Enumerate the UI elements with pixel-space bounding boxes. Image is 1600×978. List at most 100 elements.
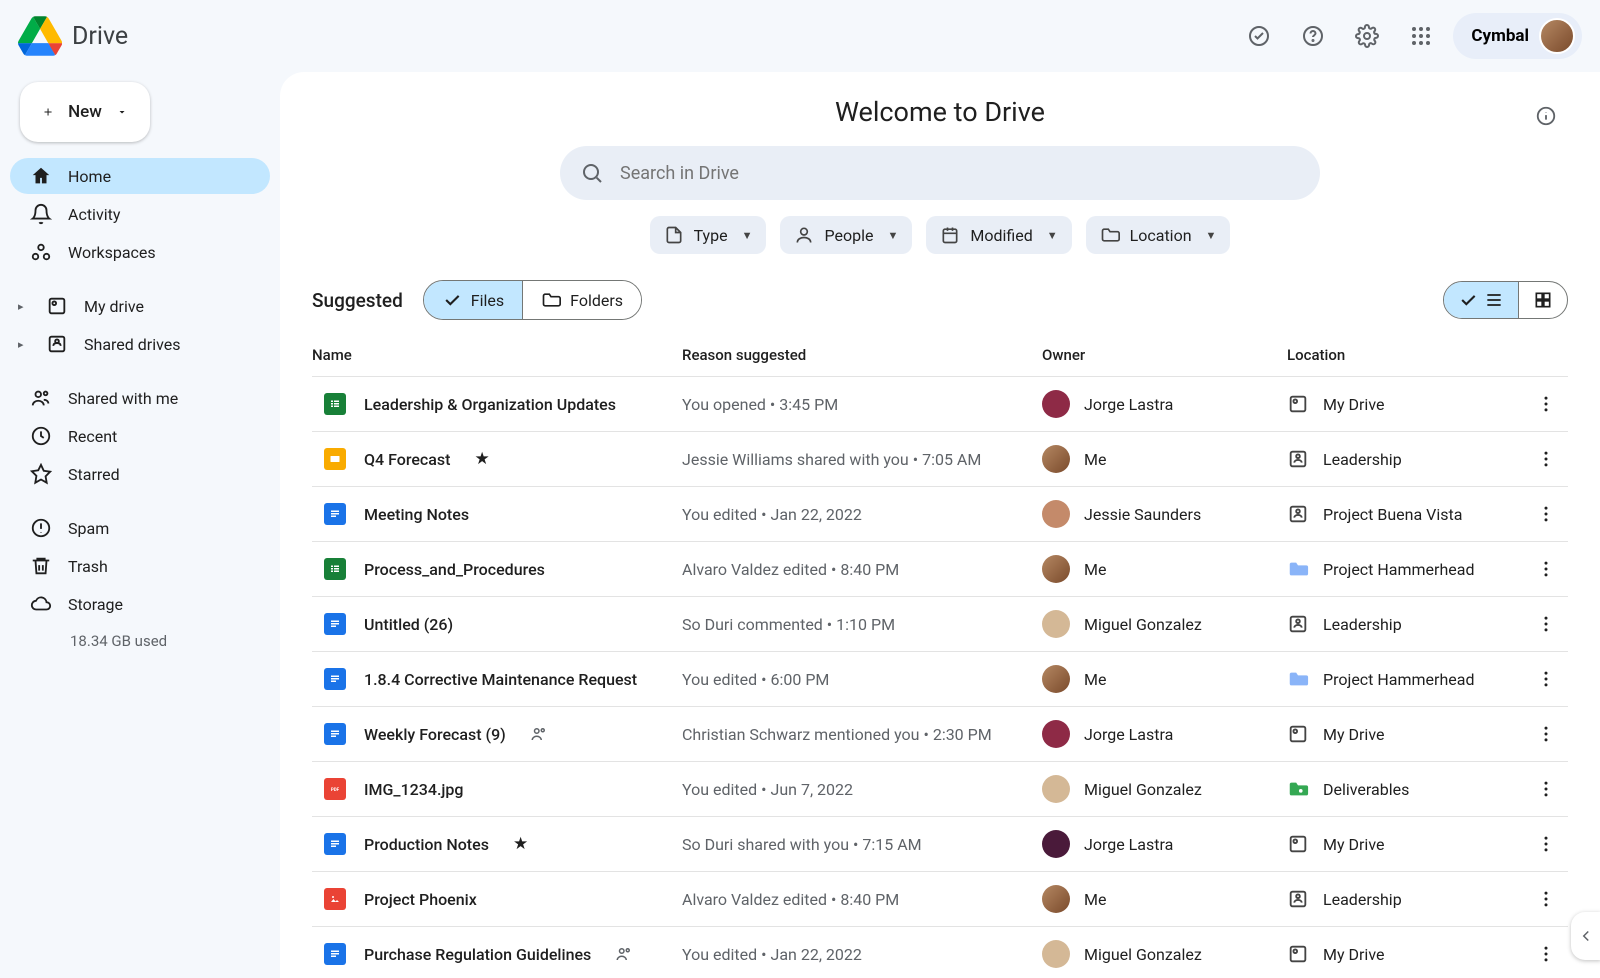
sidebar-item-starred[interactable]: Starred	[10, 456, 270, 492]
folder-icon	[1100, 225, 1120, 245]
more-actions[interactable]	[1524, 504, 1568, 524]
owner-avatar	[1042, 830, 1070, 858]
info-button[interactable]	[1528, 98, 1564, 134]
reason-text: You edited • 6:00 PM	[682, 670, 1042, 689]
settings-icon[interactable]	[1345, 14, 1389, 58]
owner-name: Jorge Lastra	[1084, 835, 1173, 854]
segment-files[interactable]: Files	[424, 281, 522, 319]
star-icon: ★	[474, 449, 489, 469]
sidebar-label: Trash	[68, 557, 108, 576]
suggested-segment: Files Folders	[423, 280, 642, 320]
segment-folders[interactable]: Folders	[522, 281, 641, 319]
more-actions[interactable]	[1524, 669, 1568, 689]
owner-name: Me	[1084, 450, 1106, 469]
table-row[interactable]: Untitled (26) So Duri commented • 1:10 P…	[312, 597, 1568, 652]
file-name: Process_and_Procedures	[364, 560, 545, 579]
file-name: IMG_1234.jpg	[364, 780, 463, 799]
sidebar-label: Recent	[68, 427, 117, 446]
spam-icon	[30, 517, 52, 539]
more-actions[interactable]	[1524, 944, 1568, 964]
sidebar-item-trash[interactable]: Trash	[10, 548, 270, 584]
more-actions[interactable]	[1524, 834, 1568, 854]
table-row[interactable]: Project Phoenix Alvaro Valdez edited • 8…	[312, 872, 1568, 927]
sidebar-item-spam[interactable]: Spam	[10, 510, 270, 546]
location-name: My Drive	[1323, 395, 1384, 414]
owner-avatar	[1042, 445, 1070, 473]
more-actions[interactable]	[1524, 394, 1568, 414]
user-avatar	[1539, 18, 1575, 54]
logo[interactable]: Drive	[18, 14, 128, 58]
table-row[interactable]: 1.8.4 Corrective Maintenance Request You…	[312, 652, 1568, 707]
more-actions[interactable]	[1524, 779, 1568, 799]
view-list[interactable]	[1444, 282, 1518, 318]
more-actions[interactable]	[1524, 559, 1568, 579]
location-name: Project Buena Vista	[1323, 505, 1462, 524]
table-row[interactable]: Q4 Forecast★ Jessie Williams shared with…	[312, 432, 1568, 487]
owner-avatar	[1042, 500, 1070, 528]
owner-avatar	[1042, 885, 1070, 913]
table-row[interactable]: PDF IMG_1234.jpg You edited • Jun 7, 202…	[312, 762, 1568, 817]
filter-modified[interactable]: Modified▼	[926, 216, 1071, 254]
owner-name: Me	[1084, 890, 1106, 909]
table-row[interactable]: Process_and_Procedures Alvaro Valdez edi…	[312, 542, 1568, 597]
reason-text: Alvaro Valdez edited • 8:40 PM	[682, 890, 1042, 909]
svg-text:PDF: PDF	[331, 787, 340, 793]
search-bar[interactable]	[560, 146, 1320, 200]
file-name: Leadership & Organization Updates	[364, 395, 616, 414]
apps-icon[interactable]	[1399, 14, 1443, 58]
location-name: Project Hammerhead	[1323, 560, 1474, 579]
more-actions[interactable]	[1524, 889, 1568, 909]
list-icon	[1484, 290, 1504, 310]
sidebar-item-storage[interactable]: Storage	[10, 586, 270, 622]
search-input[interactable]	[620, 163, 1300, 184]
location-name: My Drive	[1323, 725, 1384, 744]
sidebar-item-home[interactable]: Home	[10, 158, 270, 194]
sidebar-item-sharedwithme[interactable]: Shared with me	[10, 380, 270, 416]
sidebar-label: Workspaces	[68, 243, 156, 262]
reason-text: You edited • Jun 7, 2022	[682, 780, 1042, 799]
table-row[interactable]: Leadership & Organization Updates You op…	[312, 377, 1568, 432]
docs-file-icon	[324, 503, 346, 525]
docs-file-icon	[324, 943, 346, 965]
col-location: Location	[1287, 346, 1524, 364]
sidebar-item-mydrive[interactable]: ▸ My drive	[10, 288, 270, 324]
owner-avatar	[1042, 390, 1070, 418]
table-row[interactable]: Meeting Notes You edited • Jan 22, 2022 …	[312, 487, 1568, 542]
sidebar-label: My drive	[84, 297, 144, 316]
filter-type[interactable]: Type▼	[650, 216, 767, 254]
file-name: Project Phoenix	[364, 890, 477, 909]
table-row[interactable]: Weekly Forecast (9) Christian Schwarz me…	[312, 707, 1568, 762]
sidebar-item-shareddrives[interactable]: ▸ Shared drives	[10, 326, 270, 362]
plus-icon	[42, 100, 54, 124]
sidebar-item-activity[interactable]: Activity	[10, 196, 270, 232]
sidebar-label: Spam	[68, 519, 109, 538]
more-actions[interactable]	[1524, 614, 1568, 634]
sidebar-item-workspaces[interactable]: Workspaces	[10, 234, 270, 270]
page-title: Welcome to Drive	[835, 96, 1045, 128]
owner-name: Me	[1084, 560, 1106, 579]
table-row[interactable]: Production Notes★ So Duri shared with yo…	[312, 817, 1568, 872]
sheets-file-icon	[324, 393, 346, 415]
sidebar-item-recent[interactable]: Recent	[10, 418, 270, 454]
offline-ready-icon[interactable]	[1237, 14, 1281, 58]
filter-people[interactable]: People▼	[780, 216, 912, 254]
side-panel-toggle[interactable]	[1571, 912, 1600, 960]
table-row[interactable]: Purchase Regulation Guidelines You edite…	[312, 927, 1568, 978]
more-actions[interactable]	[1524, 724, 1568, 744]
reason-text: You edited • Jan 22, 2022	[682, 945, 1042, 964]
file-name: Untitled (26)	[364, 615, 453, 634]
header: Drive Cymbal	[0, 0, 1600, 72]
shareddrives-icon	[46, 333, 68, 355]
account-chip[interactable]: Cymbal	[1453, 13, 1582, 59]
filter-location[interactable]: Location▼	[1086, 216, 1231, 254]
search-icon	[580, 161, 604, 185]
new-button[interactable]: New	[20, 82, 150, 142]
view-grid[interactable]	[1518, 282, 1567, 318]
calendar-icon	[940, 225, 960, 245]
docs-file-icon	[324, 613, 346, 635]
slides-file-icon	[324, 448, 346, 470]
help-icon[interactable]	[1291, 14, 1335, 58]
docs-file-icon	[324, 833, 346, 855]
more-actions[interactable]	[1524, 449, 1568, 469]
owner-avatar	[1042, 720, 1070, 748]
